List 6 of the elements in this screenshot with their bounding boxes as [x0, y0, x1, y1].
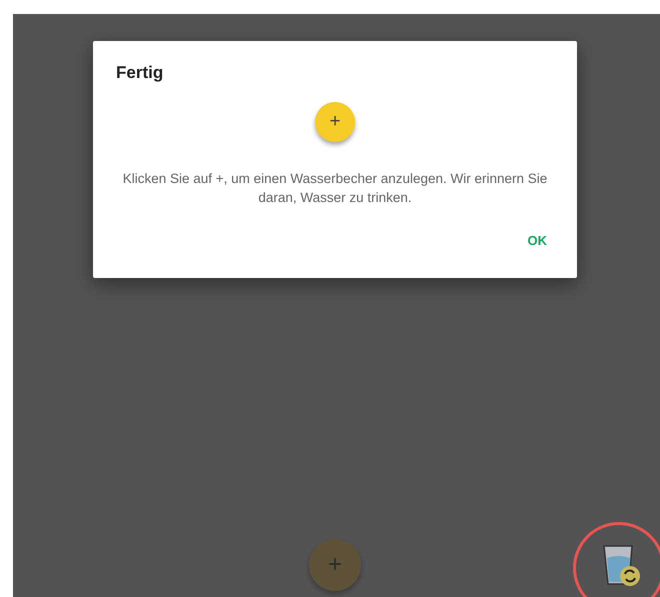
add-button-sample: +	[315, 102, 355, 142]
dialog-message: Klicken Sie auf +, um einen Wasserbecher anzulegen. Wir erinnern Sie daran, Wasser zu trinken.	[122, 170, 548, 207]
water-glass-icon[interactable]	[602, 544, 642, 588]
dialog-title: Fertig	[116, 63, 164, 83]
ok-button[interactable]: OK	[520, 229, 555, 252]
add-button[interactable]: +	[309, 539, 361, 591]
